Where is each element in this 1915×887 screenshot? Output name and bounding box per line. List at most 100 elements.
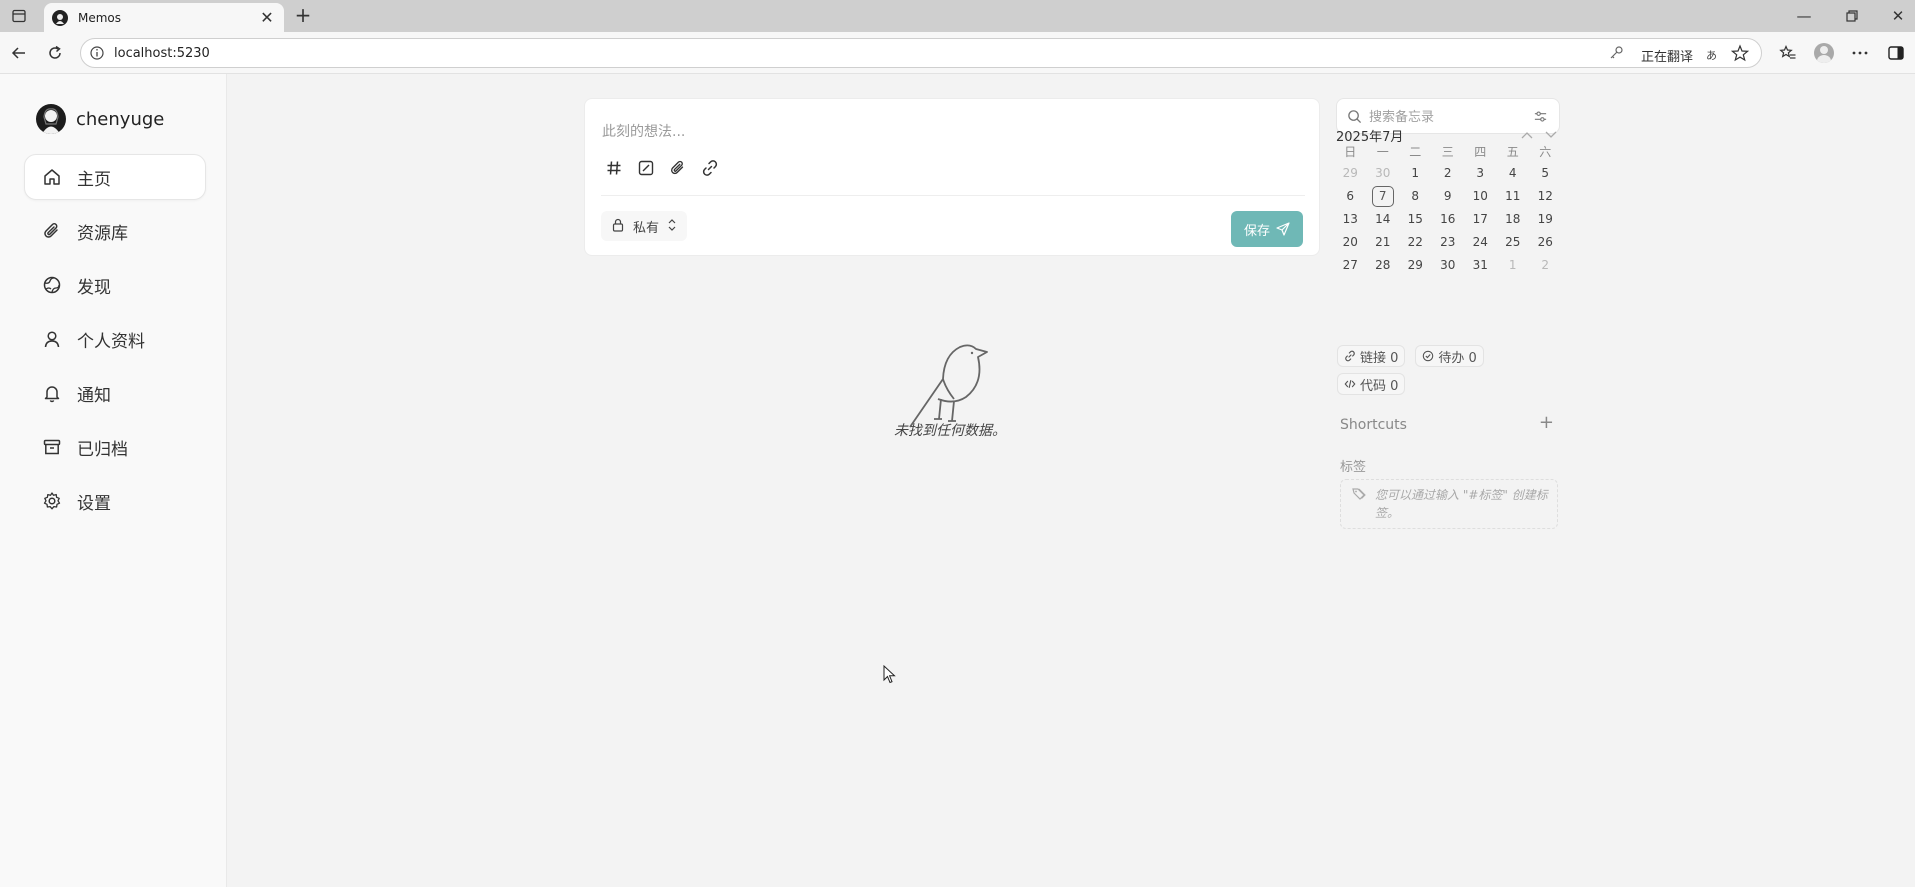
weekday-label: 三 [1441, 145, 1454, 159]
calendar-day[interactable]: 25 [1497, 231, 1530, 254]
more-options-icon[interactable] [1849, 42, 1871, 64]
stat-code-badge[interactable]: 代码 0 [1337, 373, 1406, 395]
nav-item-label: 已归档 [77, 439, 128, 460]
calendar-day[interactable]: 23 [1432, 231, 1465, 254]
nav-item-profile[interactable]: 个人资料 [24, 316, 206, 362]
calendar-week: 6 7 8 9 10 11 12 [1334, 185, 1562, 208]
mouse-cursor-icon [883, 665, 896, 684]
attachment-paperclip-icon[interactable] [667, 157, 689, 179]
link-icon[interactable] [699, 157, 721, 179]
tab-close-icon[interactable]: ✕ [258, 8, 276, 27]
nav-item-resources[interactable]: 资源库 [24, 208, 206, 254]
translate-icon[interactable]: あ [1706, 47, 1717, 63]
calendar-day[interactable]: 14 [1367, 208, 1400, 231]
calendar-day[interactable]: 28 [1367, 254, 1400, 277]
weekday-label: 二 [1409, 145, 1422, 159]
favorites-icon[interactable] [1777, 42, 1799, 64]
calendar-day[interactable]: 18 [1497, 208, 1530, 231]
memos-favicon-icon [52, 9, 68, 26]
weekday-label: 四 [1474, 145, 1487, 159]
calendar-day[interactable]: 4 [1497, 162, 1530, 185]
chevron-up-icon[interactable] [1518, 126, 1536, 144]
tab-actions-icon[interactable] [10, 7, 28, 25]
password-key-icon[interactable] [1608, 45, 1624, 61]
calendar-day[interactable]: 2 [1529, 254, 1562, 277]
search-input[interactable] [1369, 107, 1519, 127]
weekday-label: 日 [1344, 145, 1357, 159]
check-circle-icon [1423, 350, 1434, 362]
calendar-day[interactable]: 10 [1464, 185, 1497, 208]
calendar-day[interactable]: 8 [1399, 185, 1432, 208]
archive-icon [41, 436, 63, 458]
browser-toolbar: localhost:5230 正在翻译 あ [0, 32, 1915, 74]
calendar-day[interactable]: 17 [1464, 208, 1497, 231]
filter-settings-icon[interactable] [1533, 109, 1549, 125]
nav-item-archived[interactable]: 已归档 [24, 424, 206, 470]
calendar-day[interactable]: 21 [1367, 231, 1400, 254]
calendar-day[interactable]: 29 [1334, 162, 1367, 185]
memo-input[interactable]: 此刻的想法... [602, 121, 685, 141]
calendar-day[interactable]: 29 [1399, 254, 1432, 277]
close-window-button[interactable]: ✕ [1884, 6, 1912, 26]
calendar-day[interactable]: 1 [1399, 162, 1432, 185]
stat-todo-badge[interactable]: 待办 0 [1415, 345, 1484, 367]
browser-tabbar: Memos ✕ + — ✕ [0, 0, 1915, 32]
calendar-week: 27 28 29 30 31 1 2 [1334, 254, 1562, 277]
calendar-day[interactable]: 13 [1334, 208, 1367, 231]
calendar-day[interactable]: 16 [1432, 208, 1465, 231]
calendar-day[interactable]: 1 [1497, 254, 1530, 277]
back-icon[interactable] [8, 42, 30, 64]
nav-item-settings[interactable]: 设置 [24, 478, 206, 524]
tags-empty-hint: 您可以通过输入 "#标签" 创建标签。 [1340, 479, 1558, 529]
stat-code-label: 代码 0 [1360, 378, 1399, 394]
calendar-day[interactable]: 22 [1399, 231, 1432, 254]
restore-button[interactable] [1838, 6, 1866, 26]
calendar-day[interactable]: 24 [1464, 231, 1497, 254]
nav-list: 主页 资源库 发现 个人资料 通知 已归档 设置 [24, 154, 206, 532]
stat-links-label: 链接 0 [1360, 350, 1399, 366]
calendar-day[interactable]: 30 [1432, 254, 1465, 277]
weekday-label: 五 [1506, 145, 1519, 159]
site-info-icon[interactable] [89, 45, 105, 61]
todo-checkbox-icon[interactable] [635, 157, 657, 179]
nav-item-notifications[interactable]: 通知 [24, 370, 206, 416]
memo-editor: 此刻的想法... 私有 保存 [584, 98, 1320, 256]
calendar-day[interactable]: 27 [1334, 254, 1367, 277]
chevron-down-icon[interactable] [1542, 126, 1560, 144]
translate-status[interactable]: 正在翻译 [1641, 46, 1693, 65]
nav-item-home[interactable]: 主页 [24, 154, 206, 200]
add-shortcut-button[interactable]: + [1539, 412, 1554, 433]
sidebar-toggle-icon[interactable] [1885, 42, 1907, 64]
calendar-day[interactable]: 20 [1334, 231, 1367, 254]
empty-state-message: 未找到任何数据。 [894, 423, 1006, 439]
calendar-day[interactable]: 2 [1432, 162, 1465, 185]
profile-icon[interactable] [1813, 42, 1835, 64]
calendar-day[interactable]: 30 [1367, 162, 1400, 185]
reload-icon[interactable] [44, 42, 66, 64]
address-bar[interactable]: localhost:5230 正在翻译 あ [80, 38, 1762, 68]
calendar-day[interactable]: 5 [1529, 162, 1562, 185]
calendar-day[interactable]: 26 [1529, 231, 1562, 254]
calendar-day[interactable]: 6 [1334, 185, 1367, 208]
nav-item-explore[interactable]: 发现 [24, 262, 206, 308]
favorite-star-icon[interactable] [1730, 44, 1750, 62]
calendar-day[interactable]: 9 [1432, 185, 1465, 208]
tag-hash-icon[interactable] [603, 157, 625, 179]
calendar-week: 29 30 1 2 3 4 5 [1334, 162, 1562, 185]
new-tab-button[interactable]: + [292, 5, 314, 27]
calendar-day[interactable]: 31 [1464, 254, 1497, 277]
calendar-day[interactable]: 12 [1529, 185, 1562, 208]
calendar-day[interactable]: 3 [1464, 162, 1497, 185]
calendar-day-today[interactable]: 7 [1367, 185, 1400, 208]
save-button[interactable]: 保存 [1231, 211, 1303, 247]
home-icon [41, 166, 63, 188]
stat-links-badge[interactable]: 链接 0 [1337, 345, 1406, 367]
calendar-day[interactable]: 15 [1399, 208, 1432, 231]
browser-tab[interactable]: Memos ✕ [44, 3, 284, 32]
calendar-day[interactable]: 19 [1529, 208, 1562, 231]
globe-icon [41, 274, 63, 296]
calendar-day[interactable]: 11 [1497, 185, 1530, 208]
user-menu[interactable]: chenyuge [36, 104, 164, 134]
visibility-select[interactable]: 私有 [601, 211, 688, 241]
minimize-button[interactable]: — [1790, 6, 1818, 26]
